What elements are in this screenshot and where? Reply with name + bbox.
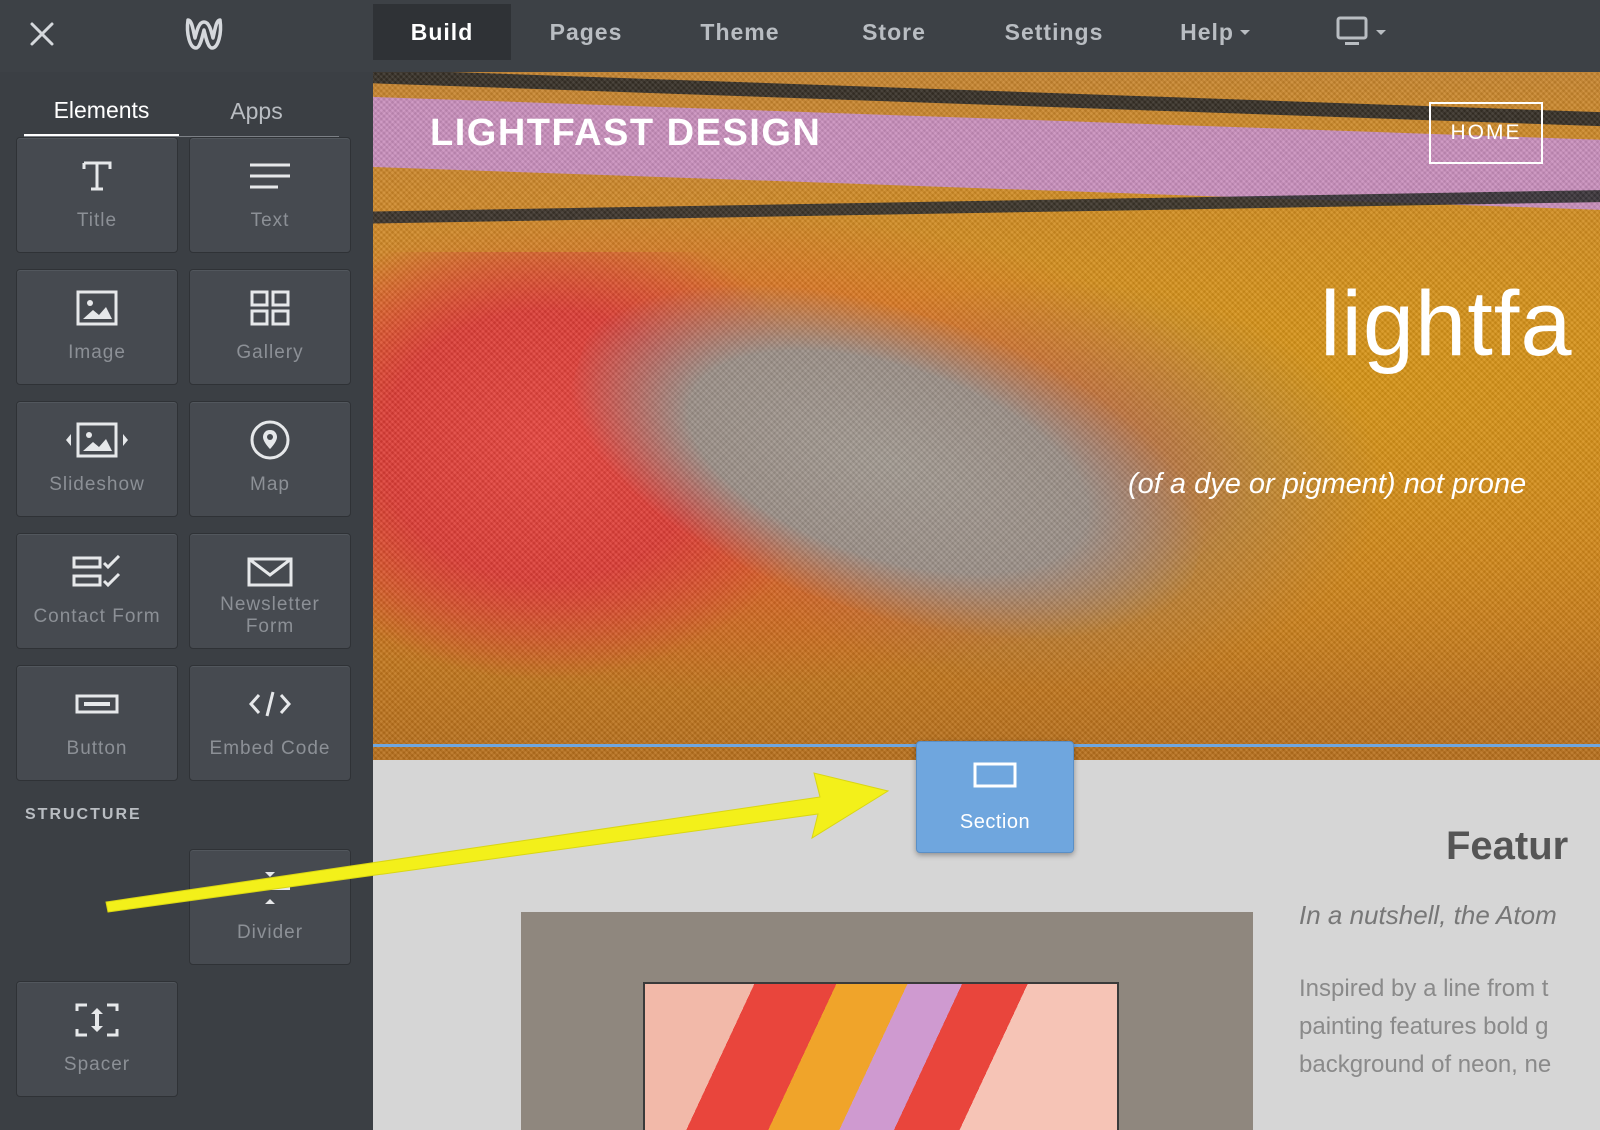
element-spacer[interactable]: Spacer [16, 981, 178, 1097]
contact-form-icon [72, 555, 121, 588]
site-canvas[interactable]: LIGHTFAST DESIGN HOME lightfa (of a dye … [373, 72, 1600, 1130]
element-label: Button [66, 738, 128, 759]
device-preview-button[interactable] [1336, 12, 1392, 52]
element-gallery[interactable]: Gallery [189, 269, 351, 385]
element-label: Text [250, 210, 290, 231]
map-pin-icon [250, 420, 290, 460]
spacer-icon [75, 1003, 119, 1037]
main-nav: Build Pages Theme Store Settings Help [373, 4, 1291, 60]
painting-artwork [643, 982, 1119, 1130]
nav-build[interactable]: Build [373, 4, 511, 60]
hero-heading[interactable]: lightfa [1320, 272, 1573, 377]
tab-elements[interactable]: Elements [24, 86, 179, 136]
chevron-down-icon [1376, 29, 1386, 35]
hero-section[interactable]: LIGHTFAST DESIGN HOME lightfa (of a dye … [373, 72, 1600, 760]
element-text[interactable]: Text [189, 137, 351, 253]
hero-subtitle[interactable]: (of a dye or pigment) not prone [1128, 468, 1526, 501]
divider-icon [250, 872, 290, 904]
code-icon [248, 691, 292, 717]
slideshow-icon [66, 422, 128, 458]
section-drag-label: Section [959, 811, 1031, 833]
weebly-logo-icon[interactable] [182, 12, 226, 56]
feature-body-line: painting features bold g [1299, 1013, 1549, 1040]
tab-apps[interactable]: Apps [179, 86, 334, 136]
element-label: Title [76, 210, 118, 231]
gallery-icon [250, 290, 290, 326]
nav-home-button[interactable]: HOME [1429, 102, 1543, 164]
feature-image[interactable] [521, 912, 1253, 1130]
close-button[interactable] [24, 16, 60, 52]
chevron-down-icon [1239, 29, 1250, 35]
top-bar: Build Pages Theme Store Settings Help [0, 0, 1600, 72]
text-icon [250, 163, 290, 189]
nav-help[interactable]: Help [1139, 4, 1291, 60]
element-slideshow[interactable]: Slideshow [16, 401, 178, 517]
sidebar-tabs: Elements Apps [24, 86, 339, 137]
nav-help-label: Help [1180, 18, 1234, 45]
desktop-device-icon [1336, 16, 1368, 45]
nav-settings[interactable]: Settings [969, 4, 1139, 60]
feature-body-line: background of neon, ne [1299, 1051, 1552, 1078]
feature-body-line: Inspired by a line from t [1299, 975, 1549, 1002]
nav-pages[interactable]: Pages [511, 4, 661, 60]
element-label: Divider [236, 922, 304, 943]
element-label: Contact Form [33, 606, 161, 627]
title-icon [82, 161, 112, 191]
section-drag-tile[interactable]: Section [916, 741, 1074, 853]
nav-store[interactable]: Store [819, 4, 969, 60]
element-map[interactable]: Map [189, 401, 351, 517]
element-label: Image [68, 342, 126, 363]
element-label: Spacer [63, 1054, 131, 1075]
element-button[interactable]: Button [16, 665, 178, 781]
button-icon [75, 694, 119, 714]
feature-body[interactable]: Inspired by a line from t painting featu… [1299, 970, 1551, 1084]
section-icon [973, 762, 1017, 788]
feature-intro[interactable]: In a nutshell, the Atom [1299, 900, 1557, 931]
element-label: Embed Code [209, 738, 331, 759]
elements-sidebar: Elements Apps Title Text Image Gallery S… [0, 72, 373, 1130]
element-label: Slideshow [49, 474, 145, 495]
element-divider[interactable]: Divider [189, 849, 351, 965]
image-icon [76, 290, 118, 326]
envelope-icon [247, 557, 293, 587]
hero-texture [373, 72, 1600, 760]
close-icon [30, 22, 54, 46]
site-title[interactable]: LIGHTFAST DESIGN [430, 112, 821, 155]
nav-theme[interactable]: Theme [661, 4, 819, 60]
element-label: Newsletter Form [220, 594, 320, 637]
element-image[interactable]: Image [16, 269, 178, 385]
element-title[interactable]: Title [16, 137, 178, 253]
element-label: Gallery [236, 342, 304, 363]
element-embed-code[interactable]: Embed Code [189, 665, 351, 781]
element-newsletter-form[interactable]: Newsletter Form [189, 533, 351, 649]
feature-title[interactable]: Featur [1446, 824, 1568, 869]
element-label: Map [250, 474, 290, 495]
structure-heading: STRUCTURE [25, 806, 142, 823]
element-contact-form[interactable]: Contact Form [16, 533, 178, 649]
